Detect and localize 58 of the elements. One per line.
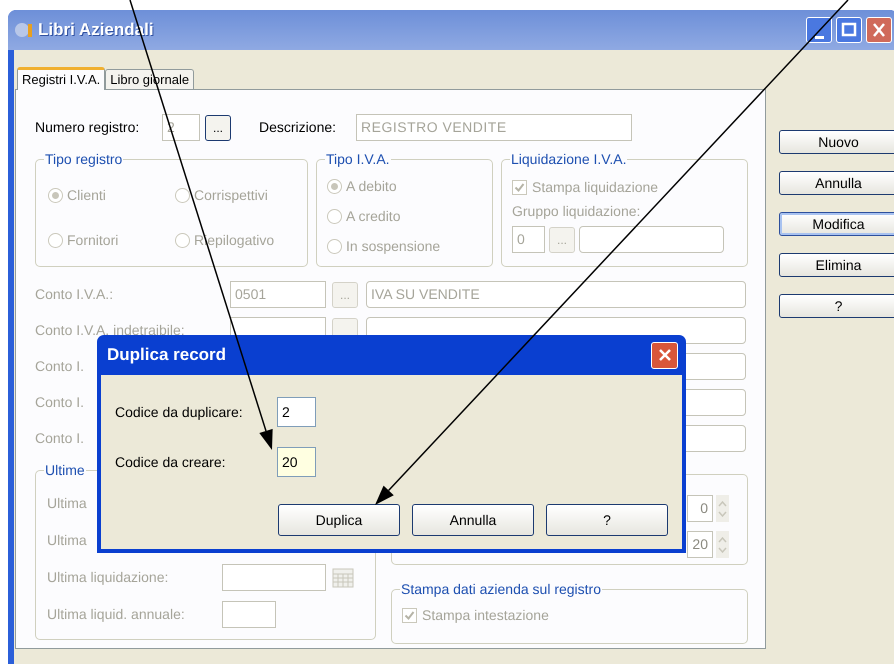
field-label: Conto I.V.A.: — [35, 286, 114, 302]
field-label: Ultima liquidazione: — [47, 568, 170, 587]
radio-button[interactable] — [327, 178, 342, 194]
radio-label: Clienti — [67, 186, 106, 204]
radio-button[interactable] — [327, 208, 342, 224]
radio-label: In sospensione — [346, 236, 440, 256]
checkbox-label: Stampa liquidazione — [532, 178, 658, 197]
side-button[interactable]: Annulla — [779, 171, 894, 195]
dialog-button[interactable]: Annulla — [412, 504, 534, 536]
input-field[interactable] — [579, 226, 724, 253]
tab[interactable]: Registri I.V.A. — [17, 67, 106, 90]
field-label: Codice da creare: — [115, 452, 227, 472]
field-label: Descrizione: — [259, 118, 338, 137]
minimize-button[interactable] — [806, 17, 832, 43]
dialog-title: Duplica record — [107, 344, 228, 366]
radio-label: Fornitori — [67, 230, 118, 250]
maximize-button[interactable] — [836, 17, 862, 43]
input-field[interactable]: 2 — [277, 397, 316, 427]
side-button[interactable]: ? — [779, 294, 894, 318]
field-label: Ultima — [47, 494, 88, 513]
field-label: Ultima liquid. annuale: — [47, 605, 186, 624]
field-label: Conto I. — [35, 430, 84, 446]
checkbox[interactable] — [512, 180, 527, 194]
checkbox-label: Stampa intestazione — [422, 606, 549, 625]
radio-button[interactable] — [175, 188, 190, 202]
browse-button[interactable]: ... — [205, 114, 231, 140]
calendar-icon[interactable] — [332, 566, 354, 588]
minimize-icon — [814, 36, 824, 39]
close-button[interactable] — [651, 342, 678, 368]
checkbox[interactable] — [402, 608, 417, 622]
radio-label: Corrispettivi — [194, 186, 268, 205]
input-field[interactable] — [222, 601, 276, 628]
radio-button[interactable] — [48, 232, 63, 248]
side-button[interactable]: Nuovo — [779, 130, 894, 154]
close-button[interactable] — [866, 17, 892, 43]
input-field[interactable] — [222, 564, 326, 591]
field-label: Conto I.V.A. indetraibile: — [35, 322, 185, 338]
dialog-button[interactable]: ? — [546, 504, 668, 536]
radio-label: A credito — [346, 206, 400, 226]
side-button[interactable]: Elimina — [779, 253, 894, 277]
spinner-arrows-icon[interactable] — [716, 495, 729, 522]
app-logo-icon — [14, 21, 34, 39]
spinner-arrows-icon[interactable] — [716, 531, 729, 558]
radio-label: A debito — [346, 176, 397, 196]
dialog-button[interactable]: Duplica — [278, 504, 400, 536]
field-label: Conto I. — [35, 394, 84, 410]
side-button[interactable]: Modifica — [779, 212, 894, 236]
input-field[interactable]: 20 — [277, 447, 316, 477]
input-field[interactable]: 20 — [687, 531, 713, 558]
radio-button[interactable] — [327, 238, 342, 254]
input-field[interactable]: 0 — [687, 495, 713, 522]
radio-button[interactable] — [175, 232, 190, 248]
field-label: Conto I. — [35, 358, 84, 374]
field-label: Ultima — [47, 531, 88, 550]
field-label: Numero registro: — [35, 118, 140, 137]
radio-button[interactable] — [48, 188, 63, 202]
field-label: Gruppo liquidazione: — [512, 202, 642, 221]
field-label: Codice da duplicare: — [115, 402, 244, 422]
